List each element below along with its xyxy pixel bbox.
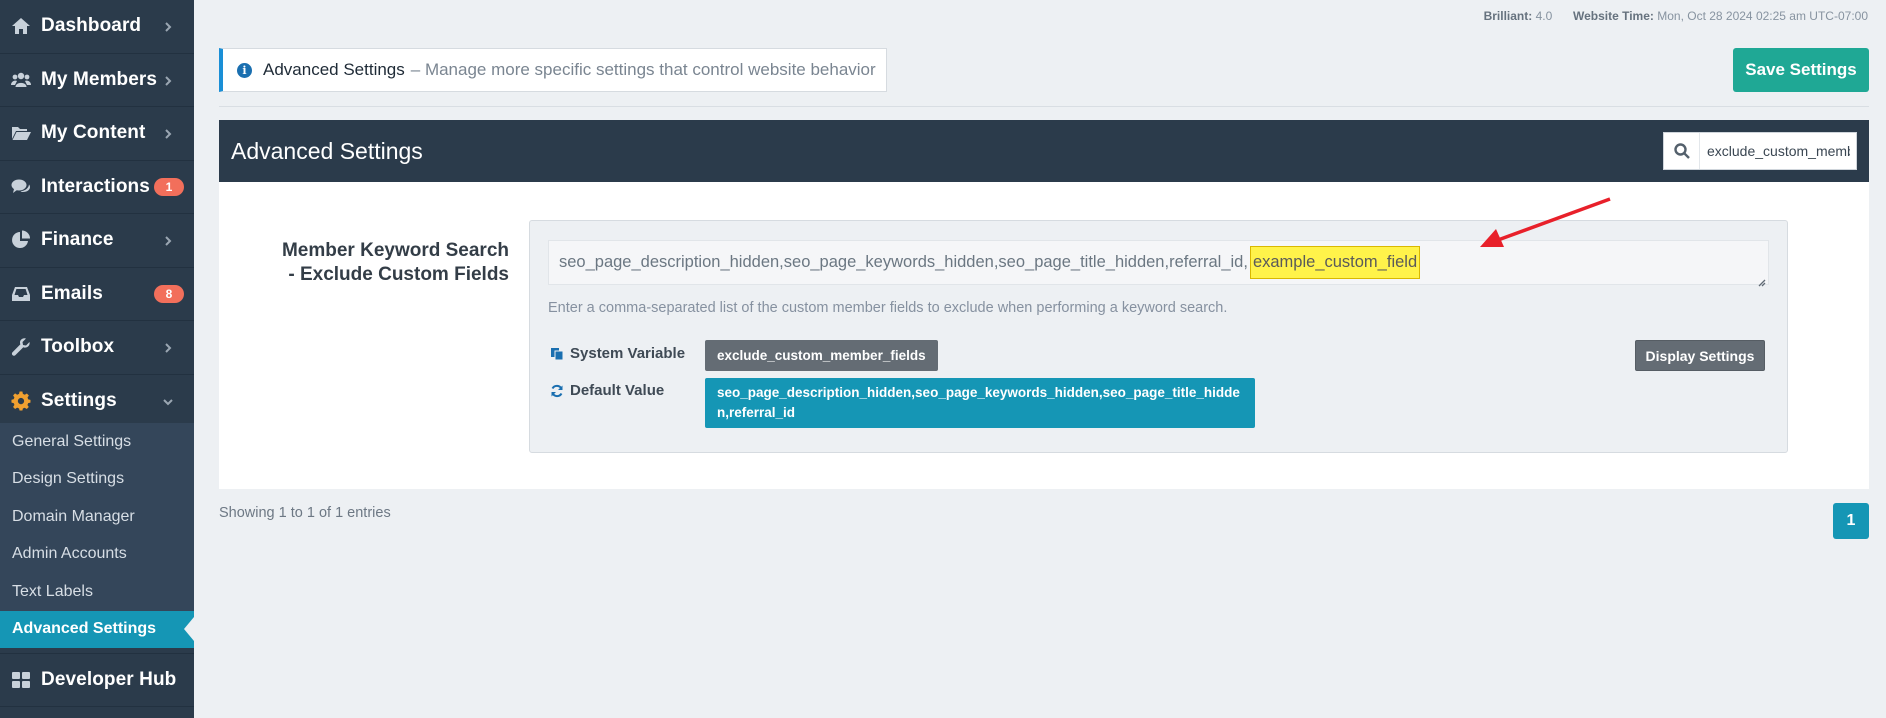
info-banner: i Advanced Settings – Manage more specif…	[219, 48, 887, 92]
chevron-right-icon	[162, 74, 174, 86]
submenu-item-admin-accounts[interactable]: Admin Accounts	[0, 536, 194, 574]
system-variable-label-text: System Variable	[570, 345, 686, 362]
panel-title: Advanced Settings	[231, 137, 423, 164]
notification-badge: 8	[154, 284, 184, 303]
chevron-right-icon	[162, 127, 174, 139]
sidebar-item-label: My Members	[41, 68, 158, 90]
sidebar: Dashboard My Members My Content Interact…	[0, 0, 194, 718]
inbox-icon	[10, 283, 32, 305]
setting-label: Member Keyword Search - Exclude Custom F…	[241, 239, 509, 287]
grid-icon	[10, 669, 32, 691]
theme-key: Brilliant:	[1483, 9, 1533, 23]
comments-icon	[10, 176, 32, 198]
search-icon[interactable]	[1664, 133, 1700, 169]
website-time-value: Mon, Oct 28 2024 02:25 am UTC-07:00	[1657, 9, 1868, 23]
sidebar-item-my-members[interactable]: My Members	[0, 54, 194, 107]
pagination-page-1[interactable]: 1	[1833, 503, 1869, 539]
sidebar-item-label: Developer Hub	[41, 669, 177, 690]
chevron-right-icon	[162, 234, 174, 246]
sidebar-item-toolbox[interactable]: Toolbox	[0, 321, 194, 375]
refresh-icon	[551, 384, 563, 397]
chevron-down-icon	[162, 395, 174, 407]
info-circle-icon: i	[237, 62, 252, 78]
submenu-item-design-settings[interactable]: Design Settings	[0, 461, 194, 499]
system-variable-label: System Variable	[550, 345, 685, 362]
sidebar-item-dashboard[interactable]: Dashboard	[0, 0, 194, 54]
users-icon	[10, 69, 32, 91]
submenu-item-advanced-settings[interactable]: Advanced Settings	[0, 610, 194, 648]
sidebar-item-label: Dashboard	[41, 15, 142, 37]
top-info-bar: Brilliant: 4.0 Website Time: Mon, Oct 28…	[1484, 9, 1868, 23]
pie-chart-icon	[10, 229, 32, 251]
notification-badge: 1	[154, 177, 184, 196]
sidebar-item-emails[interactable]: Emails 8	[0, 268, 194, 321]
sidebar-item-label: My Content	[41, 122, 146, 144]
folder-open-icon	[10, 122, 32, 144]
chevron-right-icon	[162, 20, 174, 32]
setting-value-text: seo_page_description_hidden,seo_page_key…	[559, 253, 1248, 271]
copy-icon	[551, 347, 564, 360]
sidebar-item-settings[interactable]: Settings	[0, 375, 194, 428]
settings-search	[1663, 132, 1857, 170]
highlighted-value: example_custom_field	[1249, 246, 1421, 279]
wrench-icon	[10, 336, 32, 358]
display-settings-button[interactable]: Display Settings	[1635, 340, 1765, 371]
entries-count: Showing 1 to 1 of 1 entries	[219, 505, 391, 521]
annotation-arrow-icon	[1480, 197, 1611, 247]
sidebar-item-label: Finance	[41, 229, 114, 251]
info-banner-title: Advanced Settings	[263, 60, 405, 79]
home-icon	[10, 15, 32, 37]
website-time-key: Website Time:	[1572, 9, 1654, 23]
sidebar-item-label: Settings	[41, 389, 117, 411]
sidebar-item-finance[interactable]: Finance	[0, 214, 194, 268]
system-variable-chip: exclude_custom_member_fields	[705, 340, 938, 371]
sidebar-item-label: Toolbox	[41, 336, 115, 358]
default-value-chip: seo_page_description_hidden,seo_page_key…	[705, 378, 1255, 428]
setting-label-line: Member Keyword Search	[281, 240, 509, 261]
submenu-item-text-labels[interactable]: Text Labels	[0, 573, 194, 611]
setting-help-text: Enter a comma-separated list of the cust…	[548, 300, 1228, 316]
divider	[219, 106, 1869, 107]
settings-submenu: General Settings Design Settings Domain …	[0, 423, 194, 648]
sidebar-item-my-content[interactable]: My Content	[0, 107, 194, 161]
search-input[interactable]	[1700, 134, 1850, 168]
default-value-label: Default Value	[550, 382, 664, 399]
default-value-label-text: Default Value	[570, 382, 665, 399]
sidebar-item-developer-hub[interactable]: Developer Hub	[0, 653, 194, 707]
submenu-item-general-settings[interactable]: General Settings	[0, 423, 194, 461]
chevron-right-icon	[162, 341, 174, 353]
info-banner-description: – Manage more specific settings that con…	[410, 60, 876, 79]
gear-icon	[10, 390, 32, 412]
panel-header: Advanced Settings	[219, 120, 1869, 182]
sidebar-item-interactions[interactable]: Interactions 1	[0, 161, 194, 214]
sidebar-item-label: Interactions	[41, 175, 150, 197]
submenu-item-domain-manager[interactable]: Domain Manager	[0, 498, 194, 536]
resize-handle-icon[interactable]	[1757, 273, 1766, 287]
setting-label-line: - Exclude Custom Fields	[288, 264, 509, 285]
theme-version: 4.0	[1535, 9, 1553, 23]
save-settings-button[interactable]: Save Settings	[1733, 48, 1869, 92]
sidebar-item-label: Emails	[41, 282, 103, 304]
